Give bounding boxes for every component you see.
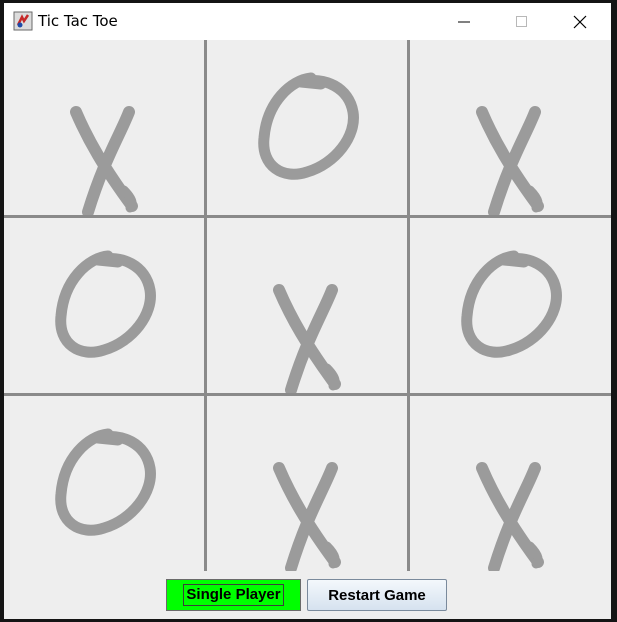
title-bar: Tic Tac Toe [4, 3, 611, 40]
board-cell[interactable]: O [4, 218, 204, 393]
maximize-icon [516, 15, 527, 27]
board-cell[interactable]: O [4, 396, 204, 571]
single-player-label: Single Player [183, 584, 284, 606]
maximize-button[interactable] [493, 3, 551, 40]
board-cell[interactable]: O [207, 40, 407, 215]
board-cell[interactable]: X [4, 40, 204, 215]
x-mark-icon [273, 284, 341, 393]
restart-game-label: Restart Game [328, 586, 426, 604]
x-mark-icon [476, 106, 544, 215]
window-title: Tic Tac Toe [38, 12, 118, 30]
x-mark-icon [70, 106, 138, 215]
o-mark-icon [461, 250, 562, 358]
o-mark-icon [258, 72, 359, 180]
board-cell[interactable]: O [410, 218, 611, 393]
java-app-icon [13, 11, 33, 31]
close-icon [573, 15, 587, 28]
close-button[interactable] [551, 3, 609, 40]
o-mark-icon [55, 428, 156, 536]
board-cell[interactable]: X [410, 396, 611, 571]
single-player-button[interactable]: Single Player [166, 579, 301, 611]
game-board: XOXOXOOXX [4, 40, 611, 571]
restart-game-button[interactable]: Restart Game [307, 579, 447, 611]
minimize-icon [458, 21, 470, 22]
board-cell[interactable]: X [207, 396, 407, 571]
x-mark-icon [273, 462, 341, 571]
board-cell[interactable]: X [410, 40, 611, 215]
control-bar: Single Player Restart Game [4, 571, 611, 619]
o-mark-icon [55, 250, 156, 358]
minimize-button[interactable] [435, 3, 493, 40]
board-cell[interactable]: X [207, 218, 407, 393]
x-mark-icon [476, 462, 544, 571]
app-window: Tic Tac Toe XOXOXOOXX Single Player Rest… [4, 3, 611, 619]
